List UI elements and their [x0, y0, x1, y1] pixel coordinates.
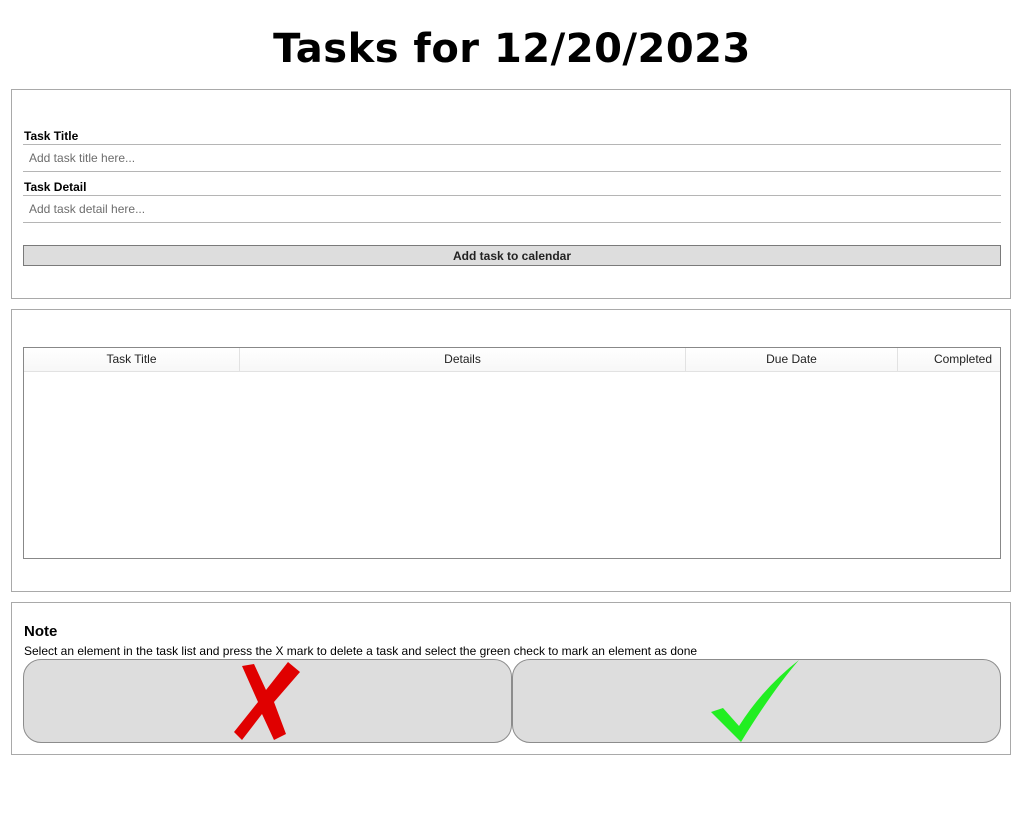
- column-header-completed[interactable]: Completed: [898, 348, 1000, 371]
- task-title-input[interactable]: [23, 144, 1001, 172]
- delete-task-button[interactable]: [23, 659, 512, 743]
- mark-done-button[interactable]: [512, 659, 1001, 743]
- note-panel: Note Select an element in the task list …: [11, 602, 1011, 755]
- task-detail-label: Task Detail: [24, 180, 87, 194]
- table-body[interactable]: [24, 372, 1000, 558]
- task-list-panel: Task Title Details Due Date Completed: [11, 309, 1011, 592]
- note-text: Select an element in the task list and p…: [24, 644, 698, 658]
- task-detail-input[interactable]: [23, 195, 1001, 223]
- column-header-task-title[interactable]: Task Title: [24, 348, 240, 371]
- note-heading: Note: [24, 623, 58, 640]
- column-header-details[interactable]: Details: [240, 348, 686, 371]
- table-header: Task Title Details Due Date Completed: [24, 348, 1000, 372]
- check-mark-icon: [711, 660, 799, 742]
- task-list-table[interactable]: Task Title Details Due Date Completed: [23, 347, 1001, 559]
- x-mark-icon: [234, 662, 300, 740]
- task-form-panel: Task Title Task Detail Add task to calen…: [11, 89, 1011, 299]
- add-task-button[interactable]: Add task to calendar: [23, 245, 1001, 266]
- column-header-due-date[interactable]: Due Date: [686, 348, 898, 371]
- page-title: Tasks for 12/20/2023: [273, 26, 751, 72]
- task-title-label: Task Title: [24, 129, 79, 143]
